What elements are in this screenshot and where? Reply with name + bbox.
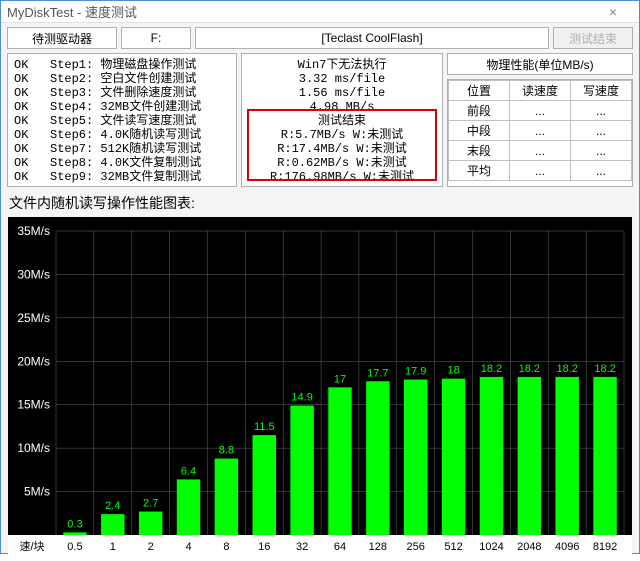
step-line: OK Step9: 32MB文件复制测试 <box>14 170 230 184</box>
perf-cell: ... <box>510 161 571 181</box>
svg-text:128: 128 <box>369 541 387 553</box>
step-line: OK Step5: 文件读写速度测试 <box>14 114 230 128</box>
wait-drive-label: 待测驱动器 <box>7 27 117 49</box>
result-line: R:176.98MB/s W:未测试 <box>248 170 436 184</box>
svg-text:0.5: 0.5 <box>67 541 82 553</box>
svg-text:64: 64 <box>334 541 346 553</box>
close-icon[interactable]: × <box>593 4 633 20</box>
performance-table: 位置读速度写速度前段......中段......末段......平均...... <box>447 79 633 187</box>
titlebar: MyDiskTest - 速度测试 × <box>1 1 639 23</box>
svg-text:10M/s: 10M/s <box>17 441 50 455</box>
svg-text:18.2: 18.2 <box>481 363 502 375</box>
svg-text:5M/s: 5M/s <box>24 485 50 499</box>
step-line: OK Step8: 4.0K文件复制测试 <box>14 156 230 170</box>
svg-text:256: 256 <box>407 541 425 553</box>
result-line: R:17.4MB/s W:未测试 <box>248 142 436 156</box>
svg-text:2048: 2048 <box>517 541 541 553</box>
step-line: OK Step2: 空白文件创建测试 <box>14 72 230 86</box>
svg-text:32: 32 <box>296 541 308 553</box>
perf-cell: 末段 <box>449 141 510 161</box>
perf-col-header: 位置 <box>449 81 510 101</box>
chart-title: 文件内随机读写操作性能图表: <box>9 193 633 213</box>
result-line: 3.32 ms/file <box>248 72 436 86</box>
result-line: Win7下无法执行 <box>248 58 436 72</box>
svg-text:2: 2 <box>148 541 154 553</box>
result-line: R:5.7MB/s W:未测试 <box>248 128 436 142</box>
svg-text:1024: 1024 <box>479 541 503 553</box>
app-window: MyDiskTest - 速度测试 × 待测驱动器 F: [Teclast Co… <box>0 0 640 554</box>
svg-text:2.4: 2.4 <box>105 500 120 512</box>
perf-cell: ... <box>510 121 571 141</box>
svg-text:18.2: 18.2 <box>519 363 540 375</box>
svg-text:4: 4 <box>185 541 191 553</box>
performance-column: 物理性能(单位MB/s) 位置读速度写速度前段......中段......末段.… <box>447 53 633 187</box>
svg-text:18.2: 18.2 <box>556 363 577 375</box>
svg-text:8.8: 8.8 <box>219 445 234 457</box>
perf-cell: ... <box>510 141 571 161</box>
result-line: 4.98 MB/s <box>248 100 436 114</box>
device-name-field: [Teclast CoolFlash] <box>195 27 549 49</box>
svg-text:14.9: 14.9 <box>291 392 312 404</box>
perf-cell: ... <box>510 101 571 121</box>
perf-cell: ... <box>571 141 632 161</box>
steps-panel: OK Step1: 物理磁盘操作测试OK Step2: 空白文件创建测试OK S… <box>7 53 237 187</box>
svg-text:17: 17 <box>334 373 346 385</box>
svg-text:速/块: 速/块 <box>19 540 44 553</box>
perf-col-header: 写速度 <box>571 81 632 101</box>
svg-text:20M/s: 20M/s <box>17 354 50 368</box>
perf-cell: 前段 <box>449 101 510 121</box>
step-line: OK Step1: 物理磁盘操作测试 <box>14 58 230 72</box>
drive-letter-field[interactable]: F: <box>121 27 191 49</box>
perf-cell: 平均 <box>449 161 510 181</box>
result-line: 测试结束 <box>248 114 436 128</box>
svg-text:16: 16 <box>258 541 270 553</box>
bar-chart: 5M/s 10M/s 15M/s 20M/s 25M/s 30M/s 35M/s 速/块 0.3… <box>8 217 632 557</box>
svg-text:0.3: 0.3 <box>67 518 82 530</box>
mid-panels: OK Step1: 物理磁盘操作测试OK Step2: 空白文件创建测试OK S… <box>7 53 633 187</box>
content-area: 待测驱动器 F: [Teclast CoolFlash] 测试结束 OK Ste… <box>1 23 639 561</box>
perf-col-header: 读速度 <box>510 81 571 101</box>
result-line: 1.56 ms/file <box>248 86 436 100</box>
perf-cell: ... <box>571 121 632 141</box>
test-end-button[interactable]: 测试结束 <box>553 27 633 49</box>
performance-header: 物理性能(单位MB/s) <box>447 53 633 75</box>
svg-text:30M/s: 30M/s <box>17 267 50 281</box>
svg-text:1: 1 <box>110 541 116 553</box>
svg-text:18.2: 18.2 <box>594 363 615 375</box>
svg-text:512: 512 <box>444 541 462 553</box>
svg-text:11.5: 11.5 <box>254 421 275 433</box>
svg-text:17.7: 17.7 <box>367 367 388 379</box>
svg-text:15M/s: 15M/s <box>17 398 50 412</box>
svg-text:2.7: 2.7 <box>143 498 158 510</box>
step-line: OK Step3: 文件删除速度测试 <box>14 86 230 100</box>
svg-text:8: 8 <box>223 541 229 553</box>
svg-text:17.9: 17.9 <box>405 366 426 378</box>
step-line: OK Step7: 512K随机读写测试 <box>14 142 230 156</box>
perf-cell: ... <box>571 101 632 121</box>
results-panel: Win7下无法执行3.32 ms/file1.56 ms/file4.98 MB… <box>241 53 443 187</box>
top-controls: 待测驱动器 F: [Teclast CoolFlash] 测试结束 <box>7 27 633 49</box>
step-line: OK Step4: 32MB文件创建测试 <box>14 100 230 114</box>
svg-text:6.4: 6.4 <box>181 465 196 477</box>
perf-cell: 中段 <box>449 121 510 141</box>
svg-text:18: 18 <box>447 365 459 377</box>
svg-text:35M/s: 35M/s <box>17 224 50 238</box>
step-line: OK Step6: 4.0K随机读写测试 <box>14 128 230 142</box>
svg-text:4096: 4096 <box>555 541 579 553</box>
result-line: R:0.62MB/s W:未测试 <box>248 156 436 170</box>
svg-text:25M/s: 25M/s <box>17 311 50 325</box>
window-title: MyDiskTest - 速度测试 <box>7 2 137 21</box>
perf-cell: ... <box>571 161 632 181</box>
svg-text:8192: 8192 <box>593 541 617 553</box>
